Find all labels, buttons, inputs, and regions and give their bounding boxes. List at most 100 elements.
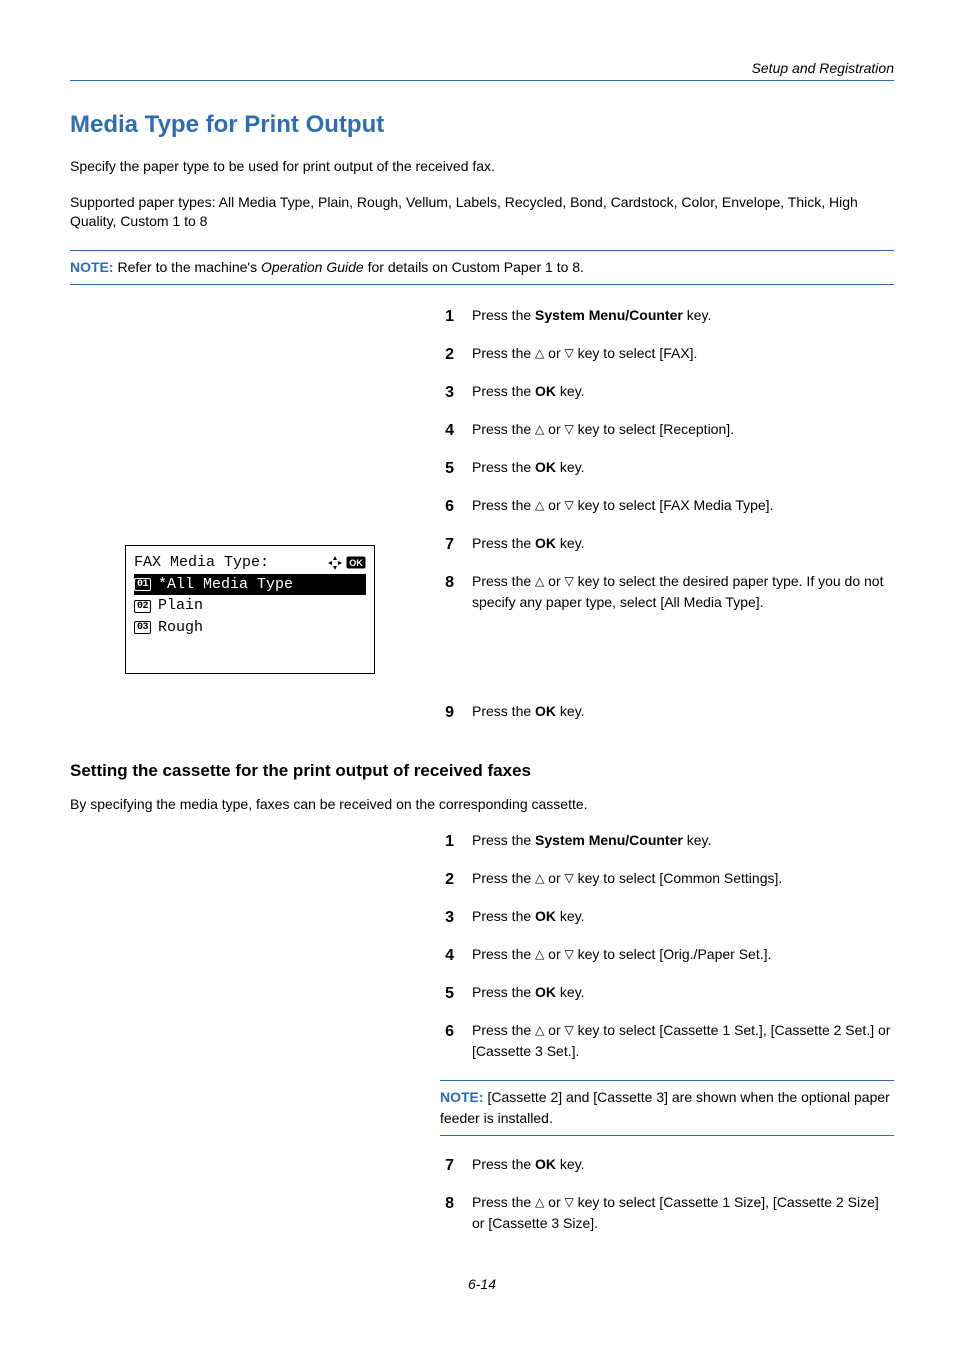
- sub-heading: Setting the cassette for the print outpu…: [70, 761, 894, 781]
- note-label: NOTE:: [70, 259, 114, 275]
- step-text: Press the △ or ▽ key to select [Orig./Pa…: [472, 944, 771, 968]
- step-item: 2 Press the △ or ▽ key to select [FAX].: [440, 343, 894, 367]
- step-number: 4: [440, 419, 454, 443]
- step-item: 8 Press the △ or ▽ key to select the desi…: [440, 571, 894, 613]
- step-item: 5 Press the OK key.: [440, 982, 894, 1006]
- page-title: Media Type for Print Output: [70, 111, 894, 139]
- note-text-italic: Operation Guide: [261, 259, 364, 275]
- note-top: NOTE: Refer to the machine's Operation G…: [70, 250, 894, 285]
- up-triangle-icon: △: [535, 420, 544, 438]
- step-text: Press the System Menu/Counter key.: [472, 830, 711, 854]
- up-triangle-icon: △: [535, 1193, 544, 1211]
- down-triangle-icon: ▽: [565, 869, 574, 887]
- lcd-item-num: 02: [134, 600, 151, 613]
- steps-list-1: 1 Press the System Menu/Counter key. 2 Pres…: [440, 305, 894, 725]
- down-triangle-icon: ▽: [565, 344, 574, 362]
- lcd-item-text: Rough: [158, 617, 203, 639]
- step-item: 1 Press the System Menu/Counter key.: [440, 305, 894, 329]
- step-item: 3Press the OK key.: [440, 381, 894, 405]
- up-triangle-icon: △: [535, 496, 544, 514]
- lcd-item-num: 03: [134, 621, 151, 634]
- step-item: 4 Press the △ or ▽ key to select [Orig./P…: [440, 944, 894, 968]
- step-text: Press the OK key.: [472, 1154, 585, 1178]
- step-number: 2: [440, 868, 454, 892]
- svg-text:OK: OK: [349, 558, 363, 568]
- lcd-item-text: Plain: [158, 595, 203, 617]
- up-triangle-icon: △: [535, 1021, 544, 1039]
- intro-paragraph-2: Supported paper types: All Media Type, P…: [70, 193, 894, 232]
- page-number: 6-14: [70, 1276, 894, 1292]
- note-text: [Cassette 2] and [Cassette 3] are shown …: [440, 1089, 890, 1126]
- lcd-screen: FAX Media Type: OK 01 *All Media Type 02 P…: [125, 545, 375, 674]
- down-triangle-icon: ▽: [565, 945, 574, 963]
- step-number: 5: [440, 982, 454, 1006]
- up-triangle-icon: △: [535, 945, 544, 963]
- lcd-item-text: *All Media Type: [158, 574, 293, 596]
- step-text: Press the OK key.: [472, 982, 585, 1006]
- down-triangle-icon: ▽: [565, 1021, 574, 1039]
- step-number: 6: [440, 495, 454, 519]
- steps-list-2a: 1 Press the System Menu/Counter key. 2 Pres…: [440, 830, 894, 1062]
- step-item: 2 Press the △ or ▽ key to select [Common …: [440, 868, 894, 892]
- down-triangle-icon: ▽: [565, 420, 574, 438]
- step-text: Press the △ or ▽ key to select [FAX Medi…: [472, 495, 773, 519]
- note-cassette: NOTE: [Cassette 2] and [Cassette 3] are …: [440, 1080, 894, 1136]
- ok-icon: OK: [346, 556, 366, 569]
- steps-list-2b: 7 Press the OK key. 8 Press the △ or ▽ key …: [440, 1154, 894, 1234]
- step-item: 3 Press the OK key.: [440, 906, 894, 930]
- header-rule: [70, 80, 894, 81]
- step-text: Press the △ or ▽ key to select [Receptio…: [472, 419, 734, 443]
- lcd-title: FAX Media Type:: [134, 552, 269, 574]
- step-number: 5: [440, 457, 454, 481]
- lcd-item: 03 Rough: [134, 617, 366, 639]
- up-triangle-icon: △: [535, 869, 544, 887]
- step-item: 6 Press the △ or ▽ key to select [FAX Med…: [440, 495, 894, 519]
- step-item: 7 Press the OK key.: [440, 533, 894, 557]
- down-triangle-icon: ▽: [565, 1193, 574, 1211]
- down-triangle-icon: ▽: [565, 572, 574, 590]
- intro-paragraph-1: Specify the paper type to be used for pr…: [70, 157, 894, 177]
- step-text: Press the System Menu/Counter key.: [472, 305, 711, 329]
- step-item: 4 Press the △ or ▽ key to select [Recepti…: [440, 419, 894, 443]
- step-text: Press the △ or ▽ key to select [FAX].: [472, 343, 697, 367]
- step-number: 7: [440, 533, 454, 557]
- step-text: Press the OK key.: [472, 457, 585, 481]
- step-number: 3: [440, 906, 454, 930]
- down-triangle-icon: ▽: [565, 496, 574, 514]
- step-number: 1: [440, 305, 454, 329]
- step-text: Press the △ or ▽ key to select [Cassette…: [472, 1020, 894, 1062]
- step-item: 7 Press the OK key.: [440, 1154, 894, 1178]
- up-triangle-icon: △: [535, 572, 544, 590]
- step-number: 6: [440, 1020, 454, 1062]
- step-number: 8: [440, 571, 454, 613]
- note-text-before: Refer to the machine's: [117, 259, 261, 275]
- sub-intro: By specifying the media type, faxes can …: [70, 795, 894, 815]
- up-triangle-icon: △: [535, 344, 544, 362]
- header-section: Setup and Registration: [70, 60, 894, 76]
- step-text: Press the △ or ▽ key to select the desir…: [472, 571, 894, 613]
- step-number: 8: [440, 1192, 454, 1234]
- step-text: Press the OK key.: [472, 533, 585, 557]
- step-text: Press the OK key.: [472, 906, 585, 930]
- step-item: 8 Press the △ or ▽ key to select [Cassett…: [440, 1192, 894, 1234]
- step-number: 7: [440, 1154, 454, 1178]
- nav-arrows-icon: [327, 555, 343, 571]
- step-number: 2: [440, 343, 454, 367]
- lcd-item-selected: 01 *All Media Type: [134, 574, 366, 596]
- step-number: 4: [440, 944, 454, 968]
- step-number: 3: [440, 381, 454, 405]
- lcd-item-num: 01: [134, 578, 151, 591]
- step-number: 9: [440, 701, 454, 725]
- note-label: NOTE:: [440, 1089, 484, 1105]
- step-item: 9 Press the OK key.: [440, 701, 894, 725]
- step-item: 1 Press the System Menu/Counter key.: [440, 830, 894, 854]
- step-number: 1: [440, 830, 454, 854]
- lcd-item: 02 Plain: [134, 595, 366, 617]
- step-item: 6 Press the △ or ▽ key to select [Cassett…: [440, 1020, 894, 1062]
- step-text: Press the △ or ▽ key to select [Cassette…: [472, 1192, 894, 1234]
- spacer: [440, 627, 894, 687]
- step-text: Press the △ or ▽ key to select [Common S…: [472, 868, 782, 892]
- note-text-after: for details on Custom Paper 1 to 8.: [364, 259, 584, 275]
- step-text: Press the OK key.: [472, 701, 585, 725]
- step-item: 5 Press the OK key.: [440, 457, 894, 481]
